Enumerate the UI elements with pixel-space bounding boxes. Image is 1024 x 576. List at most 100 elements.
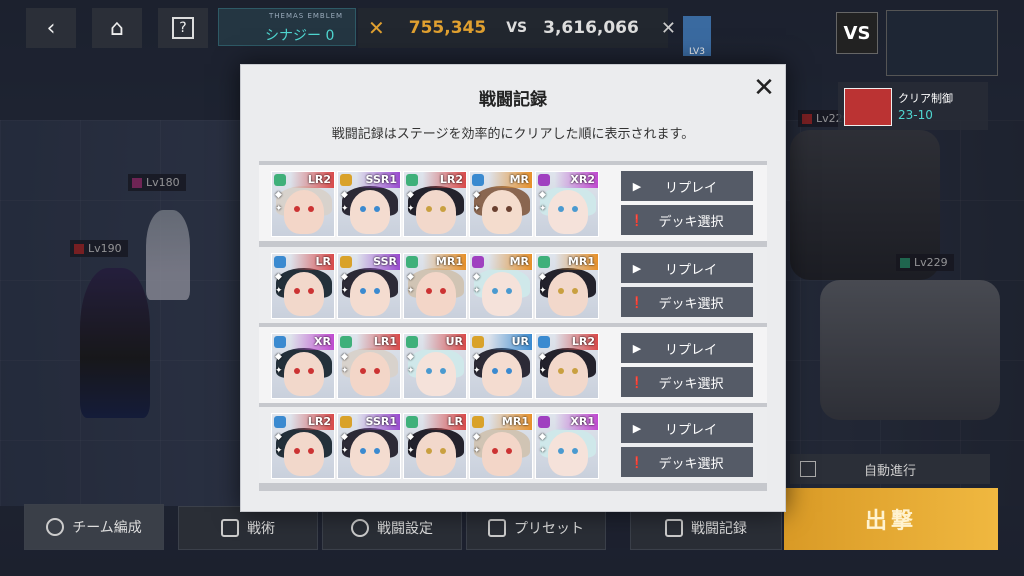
battle-settings-label: 戦闘設定 [377,521,433,537]
element-icon [538,174,550,186]
tactics-button[interactable]: 戦術 [178,506,318,550]
character-portrait [548,272,588,316]
team-formation-button[interactable]: チーム編成 [24,504,164,550]
alert-icon: ❗ [630,375,644,389]
class-icon: ✦ [539,204,547,214]
battle-record-button[interactable]: 戦闘記録 [630,506,782,550]
element-icon [340,336,352,348]
replay-button[interactable]: ▶ リプレイ [621,171,753,201]
element-icon [406,416,418,428]
character-eye [374,368,380,374]
gear-icon [351,519,369,537]
character-eye [426,288,432,294]
vs-label: VS [506,20,528,36]
element-icon [472,174,484,186]
character-card: LR ◆ ✦ [271,253,335,319]
auto-advance-checkbox[interactable] [800,461,816,477]
battle-record-label: 戦闘記録 [691,521,747,537]
tactics-label: 戦術 [247,521,275,537]
character-card: XR ◆ ✦ [271,333,335,399]
home-icon: ⌂ [110,15,124,41]
clear-info[interactable]: クリア制御 23-10 [838,82,988,130]
element-icon [340,416,352,428]
own-power: 755,345 [408,18,487,38]
back-button[interactable]: ‹ [26,8,76,48]
character-eye [374,206,380,212]
synergy-value: シナジー 0 [265,28,335,44]
deck-select-button[interactable]: ❗ デッキ選択 [621,287,753,317]
character-portrait [350,432,390,476]
element-icon [472,256,484,268]
synergy-panel[interactable]: THEMAS EMBLEM シナジー 0 [218,8,356,46]
character-card: LR ◆ ✦ [403,413,467,479]
formation-minimap[interactable] [886,10,998,76]
class-icon: ✦ [341,446,349,456]
battle-settings-button[interactable]: 戦闘設定 [322,506,462,550]
character-eye [558,368,564,374]
character-eye [506,206,512,212]
character-portrait [284,272,324,316]
shield-icon: ◆ [275,190,282,200]
character-card: XR2 ◆ ✦ [535,171,599,237]
rarity-rank: UR [511,335,529,348]
character-card: MR ◆ ✦ [469,253,533,319]
alert-icon: ❗ [630,295,644,309]
level-badge[interactable]: LV3 [683,16,711,57]
auto-advance-toggle[interactable]: 自動進行 [790,454,990,484]
deck-select-button[interactable]: ❗ デッキ選択 [621,205,753,235]
deck-select-button[interactable]: ❗ デッキ選択 [621,367,753,397]
rarity-rank: LR [315,255,331,268]
character-portrait [416,352,456,396]
character-eye [308,368,314,374]
character-card: MR1 ◆ ✦ [469,413,533,479]
dialog-subtitle: 戦闘記録はステージを効率的にクリアした順に表示されます。 [331,127,695,142]
character-eye [308,448,314,454]
rarity-rank: LR2 [307,415,331,428]
replay-label: リプレイ [664,262,717,278]
shield-icon: ◆ [341,432,348,442]
deck-select-label: デッキ選択 [658,376,724,392]
element-icon [274,416,286,428]
class-icon: ✦ [341,366,349,376]
shield-icon: ◆ [539,272,546,282]
replay-button[interactable]: ▶ リプレイ [621,253,753,283]
element-icon [274,256,286,268]
clear-label: クリア制御 [898,92,953,105]
rarity-rank: MR [509,255,529,268]
replay-button[interactable]: ▶ リプレイ [621,333,753,363]
vs-badge[interactable]: VS [836,12,878,54]
help-button[interactable]: ? [158,8,208,48]
rarity-rank: LR2 [571,335,595,348]
class-icon: ✦ [275,446,283,456]
top-bar: ‹ ⌂ ? THEMAS EMBLEM シナジー 0 ✕ 755,345 VS … [0,0,1024,76]
character-card: SSR ◆ ✦ [337,253,401,319]
character-card: LR2 ◆ ✦ [271,171,335,237]
shield-icon: ◆ [407,352,414,362]
shield-icon: ◆ [341,272,348,282]
character-eye [572,448,578,454]
synergy-caption: THEMAS EMBLEM [269,12,344,20]
replay-button[interactable]: ▶ リプレイ [621,413,753,443]
character-eye [294,206,300,212]
character-portrait [284,432,324,476]
rarity-rank: MR1 [567,255,595,268]
rarity-rank: XR1 [570,415,595,428]
character-eye [572,368,578,374]
character-portrait [350,190,390,234]
character-eye [374,448,380,454]
preset-button[interactable]: プリセット [466,506,606,550]
class-icon: ✦ [407,446,415,456]
class-icon: ✦ [473,366,481,376]
play-icon: ▶ [632,341,642,355]
class-icon: ✦ [539,286,547,296]
shield-icon: ◆ [539,190,546,200]
close-icon[interactable]: ✕ [751,75,777,101]
character-card: SSR1 ◆ ✦ [337,413,401,479]
shield-icon: ◆ [407,432,414,442]
class-icon: ✦ [275,204,283,214]
shield-icon: ◆ [275,432,282,442]
element-icon [538,256,550,268]
sortie-button[interactable]: 出撃 [784,488,998,550]
deck-select-button[interactable]: ❗ デッキ選択 [621,447,753,477]
home-button[interactable]: ⌂ [92,8,142,48]
